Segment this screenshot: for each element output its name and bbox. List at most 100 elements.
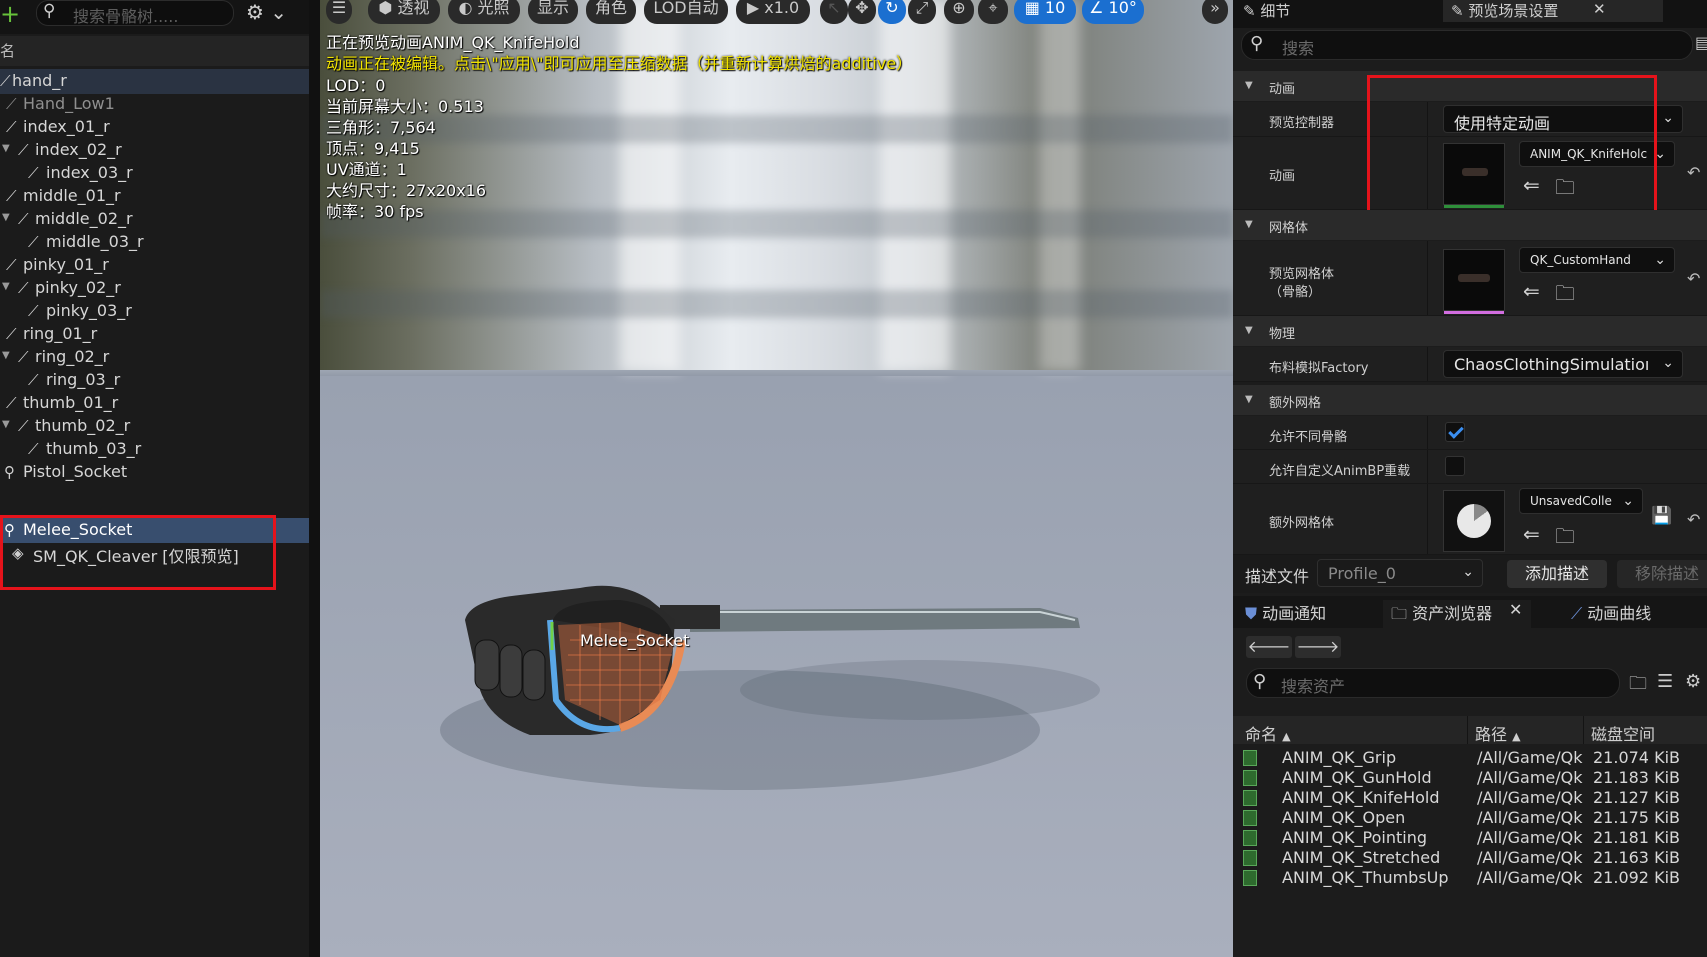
grid-snap-button[interactable]: ▦ 10 [1014, 0, 1076, 24]
more-options-button[interactable]: » [1202, 0, 1228, 24]
expand-arrow-icon[interactable]: ▼ [2, 281, 10, 292]
tree-item-index-01[interactable]: ⟋ index_01_r [0, 115, 309, 140]
tab-anim-curves[interactable]: ⟋ 动画曲线 [1571, 600, 1651, 628]
tree-item-thumb-01[interactable]: ⟋ thumb_01_r [0, 391, 309, 416]
browse-asset-icon[interactable]: 🗀 [1555, 522, 1575, 556]
table-row[interactable]: ANIM_QK_ThumbsUp /All/Game/Qk 21.092 KiB [1233, 868, 1707, 888]
table-row[interactable]: ANIM_QK_Grip /All/Game/Qk 21.074 KiB [1233, 748, 1707, 768]
lod-button[interactable]: LOD自动 [644, 0, 728, 24]
translate-mode-button[interactable]: ✥ [848, 0, 876, 24]
tab-preview-scene[interactable]: ✎ 预览场景设置 ✕ [1443, 0, 1663, 22]
preview-mesh-dropdown[interactable]: QK_CustomHand ⌄ [1519, 247, 1675, 273]
tree-item-thumb-03[interactable]: ⟋ thumb_03_r [0, 437, 309, 462]
remove-profile-button[interactable]: 移除描述 [1617, 560, 1707, 588]
tree-item-pinky-01[interactable]: ⟋ pinky_01_r [0, 253, 309, 278]
snap-surface-button[interactable]: ⌖ [978, 0, 1008, 24]
table-row[interactable]: ANIM_QK_Stretched /All/Game/Qk 21.163 Ki… [1233, 848, 1707, 868]
show-button[interactable]: 显示 [528, 0, 578, 24]
tab-anim-notify[interactable]: ⛊ 动画通知 [1245, 600, 1326, 628]
allow-custom-animbp-checkbox[interactable] [1445, 456, 1465, 476]
settings-gear-icon[interactable]: ⚙ [1685, 671, 1701, 692]
tree-item-ring-03[interactable]: ⟋ ring_03_r [0, 368, 309, 393]
panel-splitter[interactable] [309, 0, 320, 957]
tree-item-index-02[interactable]: ▼ ⟋ index_02_r [0, 138, 309, 163]
table-row[interactable]: ANIM_QK_Open /All/Game/Qk 21.175 KiB [1233, 808, 1707, 828]
asset-size: 21.183 KiB [1593, 768, 1680, 787]
character-button[interactable]: 角色 [586, 0, 636, 24]
column-path-header[interactable]: 路径 ▲ [1475, 721, 1521, 745]
skeleton-search-input[interactable]: ⚲ 搜索骨骼树..... [36, 0, 234, 26]
tree-item-thumb-02[interactable]: ▼ ⟋ thumb_02_r [0, 414, 309, 439]
perspective-label: 透视 [397, 0, 430, 17]
allow-different-skeletons-label: 允许不同骨骼 [1269, 430, 1348, 445]
use-selected-asset-icon[interactable]: ⇐ [1523, 279, 1540, 303]
save-icon[interactable]: 💾 [1651, 506, 1672, 526]
tree-item-pinky-03[interactable]: ⟋ pinky_03_r [0, 299, 309, 324]
asset-search-input[interactable]: ⚲ 搜索资产 [1246, 668, 1620, 698]
lighting-button[interactable]: ◐ 光照 [448, 0, 520, 24]
mesh-thumbnail[interactable] [1443, 249, 1505, 314]
extra-mesh-thumbnail[interactable] [1443, 490, 1505, 552]
use-selected-asset-icon[interactable]: ⇐ [1523, 522, 1540, 546]
expand-arrow-icon[interactable]: ▼ [2, 419, 10, 430]
allow-different-skeletons-checkbox[interactable] [1445, 422, 1465, 442]
asset-name: ANIM_QK_Grip [1282, 748, 1397, 767]
settings-gear-icon[interactable]: ⚙ ⌄ [246, 0, 287, 24]
view-options-icon[interactable]: ▤ [1695, 33, 1707, 52]
add-icon[interactable]: + [0, 2, 20, 26]
back-button[interactable]: 🡐 [1246, 636, 1292, 658]
section-mesh[interactable]: ▼ 网格体 [1233, 210, 1707, 240]
search-icon: ⚲ [1253, 671, 1267, 692]
tree-item-ring-01[interactable]: ⟋ ring_01_r [0, 322, 309, 347]
tree-item-pinky-02[interactable]: ▼ ⟋ pinky_02_r [0, 276, 309, 301]
filter-icon[interactable]: ☰ [1657, 671, 1673, 692]
reset-to-default-icon[interactable]: ↶ [1687, 510, 1700, 529]
section-extra-mesh[interactable]: ▼ 额外网格 [1233, 385, 1707, 415]
select-mode-button[interactable]: ↖ [820, 0, 848, 24]
extra-mesh-dropdown[interactable]: UnsavedColle ⌄ [1519, 488, 1643, 514]
world-local-button[interactable]: ⊕ [944, 0, 974, 24]
play-speed-label: x1.0 [764, 0, 800, 17]
preview-viewport[interactable]: Melee_Socket ☰ ⬢ 透视 ◐ 光照 显示 角色 LOD自动 ▶ x… [320, 0, 1233, 957]
column-disk-header[interactable]: 磁盘空间 [1591, 721, 1655, 745]
scale-mode-button[interactable]: ⤢ [908, 0, 936, 24]
cloth-factory-label: 布料模拟Factory [1269, 361, 1369, 376]
expand-arrow-icon[interactable]: ▼ [2, 143, 10, 154]
tree-item-label: middle_01_r [23, 186, 121, 205]
play-speed-button[interactable]: ▶ x1.0 [736, 0, 810, 24]
tree-item-middle-03[interactable]: ⟋ middle_03_r [0, 230, 309, 255]
tab-details[interactable]: ✎ 细节 [1243, 0, 1418, 22]
reset-to-default-icon[interactable]: ↶ [1687, 163, 1700, 182]
browse-asset-icon[interactable]: 🗀 [1555, 279, 1575, 313]
tab-asset-browser[interactable]: 🗀 资产浏览器 ✕ [1383, 600, 1531, 628]
tree-item-middle-02[interactable]: ▼ ⟋ middle_02_r [0, 207, 309, 232]
expand-arrow-icon[interactable]: ▼ [2, 212, 10, 223]
perspective-button[interactable]: ⬢ 透视 [368, 0, 440, 24]
socket-icon: ⚲ [4, 463, 15, 481]
close-tab-icon[interactable]: ✕ [1593, 0, 1606, 18]
tree-item-ring-02[interactable]: ▼ ⟋ ring_02_r [0, 345, 309, 370]
close-tab-icon[interactable]: ✕ [1509, 600, 1522, 619]
angle-snap-button[interactable]: ∠ 10° [1082, 0, 1144, 24]
table-row[interactable]: ANIM_QK_KnifeHold /All/Game/Qk 21.127 Ki… [1233, 788, 1707, 808]
reset-to-default-icon[interactable]: ↶ [1687, 269, 1700, 288]
folder-icon[interactable]: 🗀 [1629, 671, 1647, 701]
tree-item-index-03[interactable]: ⟋ index_03_r [0, 161, 309, 186]
section-physics[interactable]: ▼ 物理 [1233, 316, 1707, 346]
tree-item-hand-low1[interactable]: ⟋ Hand_Low1 [0, 92, 309, 117]
details-search-input[interactable]: ⚲ 搜索 [1241, 30, 1693, 60]
tree-item-pistol-socket[interactable]: ⚲ Pistol_Socket [0, 460, 309, 485]
forward-button[interactable]: 🡒 [1295, 636, 1341, 658]
viewport-menu-button[interactable]: ☰ [326, 0, 352, 24]
table-row[interactable]: ANIM_QK_Pointing /All/Game/Qk 21.181 KiB [1233, 828, 1707, 848]
expand-arrow-icon[interactable]: ▼ [2, 350, 10, 361]
tree-item-hand-r[interactable]: ⟋ hand_r [0, 69, 309, 94]
column-name-header[interactable]: 命名 ▲ [1245, 721, 1291, 745]
search-icon: ⚲ [43, 1, 56, 21]
add-profile-button[interactable]: 添加描述 [1507, 560, 1607, 588]
tree-item-middle-01[interactable]: ⟋ middle_01_r [0, 184, 309, 209]
rotate-mode-button[interactable]: ↻ [878, 0, 906, 24]
table-row[interactable]: ANIM_QK_GunHold /All/Game/Qk 21.183 KiB [1233, 768, 1707, 788]
profile-dropdown[interactable]: Profile_0 ⌄ [1317, 559, 1483, 587]
cloth-factory-dropdown[interactable]: ChaosClothingSimulatioı ⌄ [1443, 350, 1683, 378]
